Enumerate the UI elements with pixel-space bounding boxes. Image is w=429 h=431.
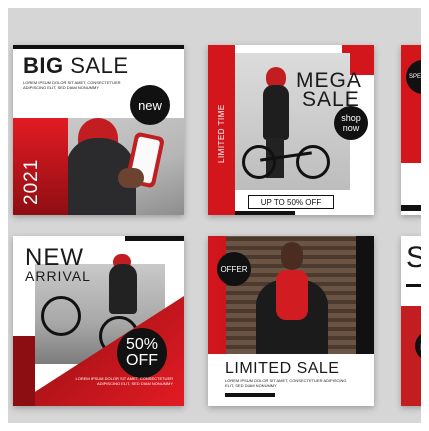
top-accent-line xyxy=(125,236,184,241)
rider-body xyxy=(109,264,137,314)
black-jacket xyxy=(263,85,289,140)
title-rest: SALE xyxy=(63,53,129,78)
dark-side-strip xyxy=(356,236,374,354)
shop-now-badge: shop now xyxy=(334,106,368,140)
bicycle-wheel-icon xyxy=(296,145,330,179)
vertical-label: LIMITED TIME xyxy=(217,104,226,163)
post-limited-sale: OFFER LIMITED SALE LOREM IPSUM DOLOR SIT… xyxy=(208,236,374,406)
body-text: LOREM IPSUM DOLOR SIT AMET, CONSECTETUER… xyxy=(225,378,347,388)
top-accent-line xyxy=(13,45,184,49)
head xyxy=(281,242,303,270)
body-text: LOREM IPSUM DOLOR SIT AMET, CONSECTETUER… xyxy=(75,376,174,386)
post-title: LIMITED SALE xyxy=(225,360,340,377)
red-hoodie xyxy=(276,270,308,320)
red-left-block xyxy=(13,336,35,406)
bicycle-wheel-icon xyxy=(242,145,276,179)
offer-badge: OFFER xyxy=(217,252,251,286)
title-line-2: ARRIVAL xyxy=(25,268,91,284)
photo-man-with-phone xyxy=(66,118,184,215)
hand xyxy=(118,168,144,188)
discount-badge: 50% OFF xyxy=(117,328,167,378)
post-title: BIG SALE xyxy=(23,53,129,79)
post-big-sale: BIG SALE LOREM IPSUM DOLOR SIT AMET, CON… xyxy=(13,45,184,215)
post-partial-right: S n xyxy=(401,236,421,406)
bottom-accent-line xyxy=(235,211,295,215)
year-label: 2021 xyxy=(21,158,42,205)
post-new-arrival: NEW ARRIVAL 50% OFF LOREM IPSUM DOLOR SI… xyxy=(13,236,184,406)
bottom-accent-line xyxy=(401,205,421,211)
template-canvas: BIG SALE LOREM IPSUM DOLOR SIT AMET, CON… xyxy=(8,8,421,423)
body-text: LOREM IPSUM DOLOR SIT AMET, CONSECTETUER… xyxy=(23,80,121,90)
bicycle-wheel-icon xyxy=(41,296,81,336)
partial-title-letter: S xyxy=(406,241,421,274)
new-badge: new xyxy=(130,85,170,125)
accent-line xyxy=(406,284,421,287)
post-mega-sale: LIMITED TIME MEGA SALE shop now UP TO 50… xyxy=(208,45,374,215)
offer-box: UP TO 50% OFF xyxy=(248,195,334,209)
bottom-accent-line xyxy=(225,393,275,397)
title-bold: BIG xyxy=(23,53,64,78)
post-special-offer-partial: SPE OF xyxy=(401,45,421,215)
